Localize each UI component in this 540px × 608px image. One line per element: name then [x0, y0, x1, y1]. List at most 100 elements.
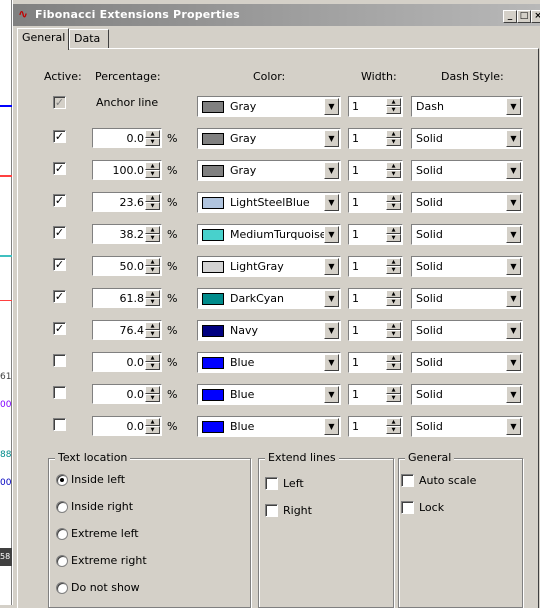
stepper-up-icon[interactable]: ▲ [386, 194, 401, 202]
stepper-up-icon[interactable]: ▲ [145, 226, 160, 234]
stepper-up-icon[interactable]: ▲ [386, 354, 401, 362]
stepper-down-icon[interactable]: ▼ [386, 234, 401, 242]
level-dash-style-select[interactable]: Solid ▼ [411, 128, 523, 149]
stepper-up-icon[interactable]: ▲ [145, 322, 160, 330]
level-active-checkbox[interactable] [53, 386, 66, 399]
chevron-down-icon[interactable]: ▼ [324, 290, 339, 307]
level-color-select[interactable]: MediumTurquoise ▼ [197, 224, 341, 245]
level-dash-style-select[interactable]: Solid ▼ [411, 352, 523, 373]
general-option-checkbox[interactable] [401, 501, 414, 514]
chevron-down-icon[interactable]: ▼ [324, 354, 339, 371]
text-location-radio[interactable] [56, 555, 68, 567]
stepper-buttons[interactable]: ▲ ▼ [386, 226, 401, 243]
stepper-up-icon[interactable]: ▲ [386, 322, 401, 330]
stepper-up-icon[interactable]: ▲ [386, 258, 401, 266]
level-width-stepper[interactable]: 1 ▲ ▼ [348, 160, 403, 181]
level-active-checkbox[interactable]: ✓ [53, 162, 66, 175]
chevron-down-icon[interactable]: ▼ [324, 258, 339, 275]
general-option-checkbox[interactable] [401, 474, 414, 487]
text-location-label[interactable]: Inside left [71, 473, 125, 486]
chevron-down-icon[interactable]: ▼ [506, 322, 521, 339]
level-active-checkbox[interactable]: ✓ [53, 226, 66, 239]
stepper-down-icon[interactable]: ▼ [386, 426, 401, 434]
stepper-buttons[interactable]: ▲ ▼ [386, 258, 401, 275]
stepper-up-icon[interactable]: ▲ [145, 130, 160, 138]
level-color-select[interactable]: Gray ▼ [197, 128, 341, 149]
extend-lines-label[interactable]: Right [283, 504, 312, 517]
level-color-select[interactable]: Blue ▼ [197, 352, 341, 373]
stepper-down-icon[interactable]: ▼ [145, 362, 160, 370]
stepper-buttons[interactable]: ▲ ▼ [386, 354, 401, 371]
level-percentage-stepper[interactable]: 38.2 ▲ ▼ [92, 224, 162, 244]
stepper-down-icon[interactable]: ▼ [145, 330, 160, 338]
stepper-down-icon[interactable]: ▼ [386, 266, 401, 274]
level-percentage-stepper[interactable]: 23.6 ▲ ▼ [92, 192, 162, 212]
stepper-buttons[interactable]: ▲ ▼ [386, 130, 401, 147]
level-dash-style-select[interactable]: Solid ▼ [411, 160, 523, 181]
text-location-label[interactable]: Extreme left [71, 527, 139, 540]
chevron-down-icon[interactable]: ▼ [324, 162, 339, 179]
stepper-buttons[interactable]: ▲ ▼ [386, 290, 401, 307]
stepper-up-icon[interactable]: ▲ [145, 258, 160, 266]
chevron-down-icon[interactable]: ▼ [506, 386, 521, 403]
stepper-up-icon[interactable]: ▲ [145, 354, 160, 362]
text-location-radio[interactable] [56, 582, 68, 594]
chevron-down-icon[interactable]: ▼ [506, 194, 521, 211]
level-active-checkbox[interactable]: ✓ [53, 194, 66, 207]
stepper-down-icon[interactable]: ▼ [386, 298, 401, 306]
stepper-buttons[interactable]: ▲ ▼ [386, 194, 401, 211]
chevron-down-icon[interactable]: ▼ [324, 386, 339, 403]
stepper-down-icon[interactable]: ▼ [145, 170, 160, 178]
level-active-checkbox[interactable] [53, 418, 66, 431]
stepper-down-icon[interactable]: ▼ [386, 138, 401, 146]
chevron-down-icon[interactable]: ▼ [324, 194, 339, 211]
level-active-checkbox[interactable]: ✓ [53, 290, 66, 303]
stepper-up-icon[interactable]: ▲ [386, 130, 401, 138]
stepper-down-icon[interactable]: ▼ [386, 170, 401, 178]
level-active-checkbox[interactable] [53, 354, 66, 367]
level-width-stepper[interactable]: 1 ▲ ▼ [348, 416, 403, 437]
level-percentage-stepper[interactable]: 0.0 ▲ ▼ [92, 128, 162, 148]
level-dash-style-select[interactable]: Solid ▼ [411, 320, 523, 341]
level-percentage-stepper[interactable]: 0.0 ▲ ▼ [92, 416, 162, 436]
stepper-buttons[interactable]: ▲ ▼ [386, 98, 401, 115]
level-color-select[interactable]: LightSteelBlue ▼ [197, 192, 341, 213]
text-location-label[interactable]: Extreme right [71, 554, 147, 567]
close-button[interactable]: × [531, 10, 540, 23]
chevron-down-icon[interactable]: ▼ [324, 322, 339, 339]
level-percentage-stepper[interactable]: 61.8 ▲ ▼ [92, 288, 162, 308]
level-color-select[interactable]: Blue ▼ [197, 416, 341, 437]
stepper-up-icon[interactable]: ▲ [386, 98, 401, 106]
maximize-button[interactable]: □ [517, 10, 531, 23]
chevron-down-icon[interactable]: ▼ [506, 162, 521, 179]
stepper-down-icon[interactable]: ▼ [145, 266, 160, 274]
stepper-down-icon[interactable]: ▼ [386, 106, 401, 114]
level-dash-style-select[interactable]: Solid ▼ [411, 416, 523, 437]
chevron-down-icon[interactable]: ▼ [324, 98, 339, 115]
text-location-radio[interactable] [56, 501, 68, 513]
level-width-stepper[interactable]: 1 ▲ ▼ [348, 192, 403, 213]
stepper-down-icon[interactable]: ▼ [145, 138, 160, 146]
stepper-up-icon[interactable]: ▲ [386, 418, 401, 426]
level-dash-style-select[interactable]: Solid ▼ [411, 192, 523, 213]
stepper-buttons[interactable]: ▲ ▼ [386, 418, 401, 435]
stepper-buttons[interactable]: ▲ ▼ [145, 290, 160, 306]
level-active-checkbox[interactable]: ✓ [53, 322, 66, 335]
anchor-width-stepper[interactable]: 1 ▲ ▼ [348, 96, 403, 117]
stepper-buttons[interactable]: ▲ ▼ [386, 162, 401, 179]
level-color-select[interactable]: DarkCyan ▼ [197, 288, 341, 309]
stepper-buttons[interactable]: ▲ ▼ [145, 194, 160, 210]
stepper-up-icon[interactable]: ▲ [145, 418, 160, 426]
stepper-buttons[interactable]: ▲ ▼ [386, 386, 401, 403]
stepper-down-icon[interactable]: ▼ [145, 234, 160, 242]
chevron-down-icon[interactable]: ▼ [506, 290, 521, 307]
chevron-down-icon[interactable]: ▼ [506, 130, 521, 147]
level-width-stepper[interactable]: 1 ▲ ▼ [348, 224, 403, 245]
stepper-buttons[interactable]: ▲ ▼ [145, 386, 160, 402]
level-width-stepper[interactable]: 1 ▲ ▼ [348, 320, 403, 341]
general-option-label[interactable]: Auto scale [419, 474, 476, 487]
stepper-down-icon[interactable]: ▼ [145, 298, 160, 306]
extend-lines-checkbox[interactable] [265, 477, 278, 490]
stepper-buttons[interactable]: ▲ ▼ [386, 322, 401, 339]
level-color-select[interactable]: LightGray ▼ [197, 256, 341, 277]
